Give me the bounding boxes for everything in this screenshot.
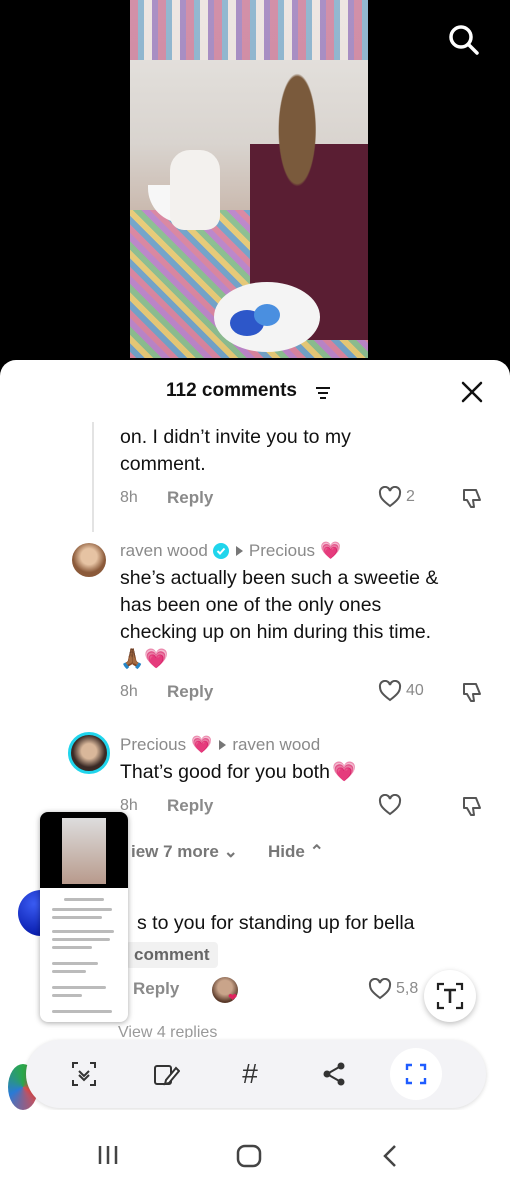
screenshot-toolbar: # bbox=[26, 1040, 486, 1108]
comment-text-line: checking up on him during this time. bbox=[120, 621, 432, 643]
view-more-replies[interactable]: iew 7 more ⌄ bbox=[131, 842, 238, 862]
comment-text: That’s good for you both 💗 bbox=[120, 759, 356, 786]
chevron-down-icon: ⌄ bbox=[223, 842, 238, 861]
reply-button[interactable]: Reply bbox=[133, 979, 179, 999]
like-count: 40 bbox=[406, 682, 424, 699]
comment-text: s to you for standing up for bella bbox=[137, 912, 415, 934]
like-count: 2 bbox=[406, 488, 415, 505]
comment-text: she’s actually been such a sweetie & has… bbox=[120, 565, 438, 673]
avatar[interactable] bbox=[72, 543, 106, 577]
like-button[interactable]: 40 bbox=[378, 680, 424, 702]
close-icon[interactable] bbox=[460, 380, 484, 404]
comment-text-line: on. I didn’t invite you to my bbox=[120, 426, 351, 448]
view-replies[interactable]: View 4 replies bbox=[118, 1024, 217, 1038]
comment-text: on. I didn’t invite you to my comment. bbox=[120, 424, 351, 478]
like-button[interactable] bbox=[378, 794, 402, 816]
reply-to-name[interactable]: raven wood bbox=[232, 735, 320, 755]
video-bear-figure bbox=[170, 150, 220, 230]
verified-badge-icon bbox=[212, 543, 229, 559]
thumbs-down-icon bbox=[463, 797, 481, 816]
like-count: 5,8 bbox=[396, 980, 419, 997]
comment-emoji-line: 🙏🏾💗 bbox=[120, 648, 169, 670]
comment-text-line: has been one of the only ones bbox=[120, 594, 382, 616]
comment-time: 8h bbox=[120, 489, 138, 506]
comment-count: 112 comments bbox=[166, 380, 297, 401]
draw-button[interactable] bbox=[146, 1054, 186, 1094]
hide-label: Hide bbox=[268, 842, 305, 861]
share-icon bbox=[323, 1062, 345, 1086]
dislike-button[interactable] bbox=[460, 680, 484, 709]
thread-line bbox=[92, 422, 94, 532]
reply-arrow-icon bbox=[219, 740, 227, 750]
pink-heart-icon: 💗 bbox=[191, 735, 213, 754]
home-icon bbox=[236, 1144, 262, 1168]
back-button[interactable] bbox=[380, 1144, 400, 1173]
avatar[interactable] bbox=[68, 732, 110, 774]
like-button[interactable]: 5,8 bbox=[368, 978, 418, 1000]
video-player[interactable] bbox=[130, 0, 368, 358]
reply-button[interactable]: Reply bbox=[167, 488, 213, 508]
system-nav-bar bbox=[0, 1110, 510, 1200]
reply-button[interactable]: Reply bbox=[167, 796, 213, 816]
chevron-up-icon: ⌃ bbox=[309, 842, 324, 861]
comment-text-line: That’s good for you both bbox=[120, 761, 330, 783]
hashtag-icon: # bbox=[242, 1058, 258, 1089]
heart-icon bbox=[378, 680, 402, 702]
reply-button[interactable]: Reply bbox=[167, 682, 213, 702]
screenshot-thumbnail[interactable] bbox=[40, 812, 128, 1022]
scroll-capture-button[interactable] bbox=[64, 1054, 104, 1094]
edit-icon bbox=[154, 1065, 180, 1086]
thumbs-down-icon bbox=[463, 489, 481, 508]
recent-apps-button[interactable] bbox=[96, 1144, 120, 1171]
add-comment-chip[interactable]: comment bbox=[126, 942, 218, 968]
heart-icon bbox=[378, 794, 402, 816]
reply-arrow-icon bbox=[235, 546, 243, 556]
comment-author-row: Precious 💗 raven wood bbox=[120, 735, 320, 755]
text-scan-icon bbox=[436, 982, 464, 1010]
expand-icon bbox=[405, 1063, 427, 1085]
comment-text-line: she’s actually been such a sweetie & bbox=[120, 567, 439, 589]
comment-author-row: raven wood Precious 💗 bbox=[120, 541, 341, 561]
thumbs-down-icon bbox=[463, 683, 481, 702]
dislike-button[interactable] bbox=[460, 486, 484, 515]
video-shelf-decor bbox=[130, 0, 368, 60]
author-name[interactable]: raven wood bbox=[120, 541, 208, 561]
share-button[interactable] bbox=[314, 1054, 354, 1094]
search-icon[interactable] bbox=[446, 22, 482, 58]
view-more-label: iew 7 more bbox=[131, 842, 219, 861]
filter-icon[interactable] bbox=[316, 386, 330, 405]
pink-heart-icon: 💗 bbox=[331, 761, 357, 783]
author-name[interactable]: Precious bbox=[120, 735, 186, 755]
pink-heart-icon: 💗 bbox=[320, 541, 342, 560]
comment-text-line: comment. bbox=[120, 453, 206, 475]
thumbnail-video bbox=[40, 812, 128, 888]
heart-badge-icon: ❤ bbox=[228, 992, 238, 1004]
video-paint-light-blue bbox=[254, 304, 280, 326]
text-extract-button[interactable] bbox=[424, 970, 476, 1022]
hide-replies[interactable]: Hide ⌃ bbox=[268, 842, 324, 862]
back-icon bbox=[383, 1145, 396, 1167]
comments-header: 112 comments bbox=[0, 360, 510, 422]
heart-icon bbox=[368, 978, 392, 1000]
dislike-button[interactable] bbox=[460, 794, 484, 823]
comment-time: 8h bbox=[120, 683, 138, 700]
recent-apps-icon bbox=[98, 1146, 118, 1164]
heart-icon bbox=[378, 486, 402, 508]
scan-icon bbox=[72, 1062, 96, 1086]
tag-button[interactable]: # bbox=[230, 1054, 270, 1094]
home-button[interactable] bbox=[236, 1144, 262, 1173]
like-button[interactable]: 2 bbox=[378, 486, 415, 508]
reply-to-name[interactable]: Precious bbox=[249, 541, 315, 561]
expand-button[interactable] bbox=[390, 1048, 442, 1100]
